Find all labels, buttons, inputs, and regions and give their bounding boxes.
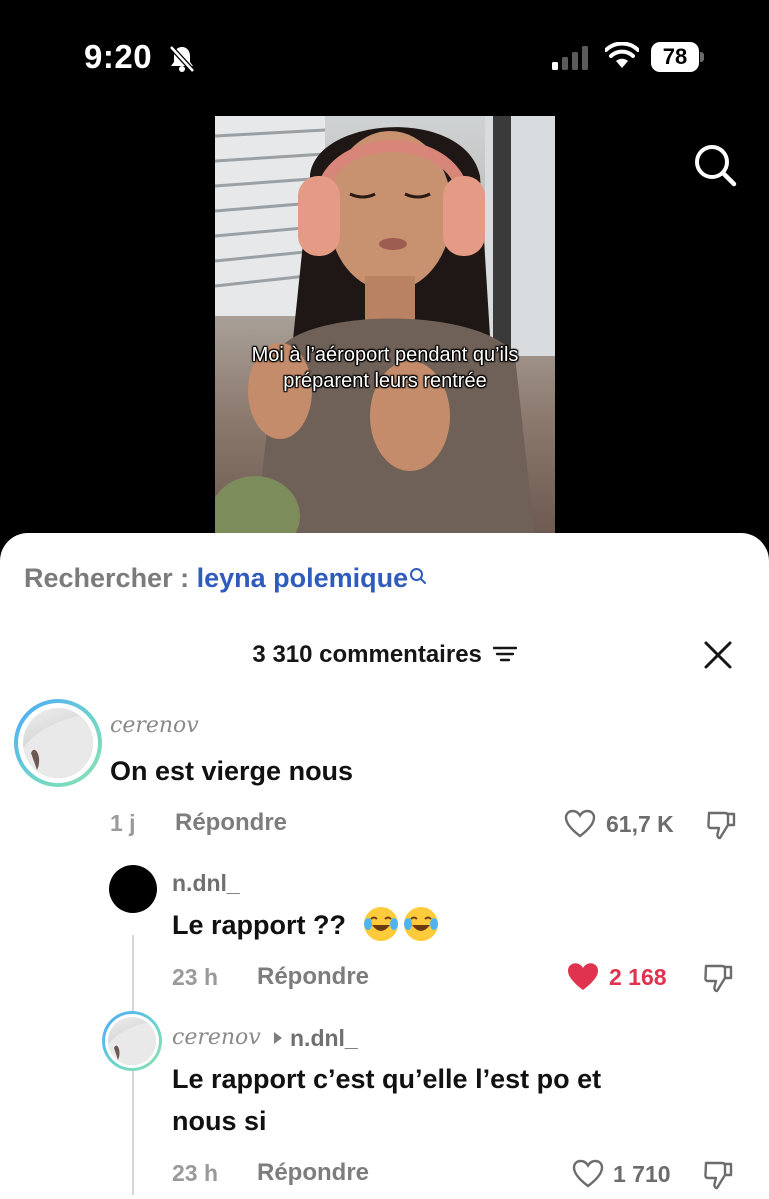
avatar[interactable] (14, 699, 102, 787)
comment-time: 23 h (172, 1160, 219, 1186)
heart-icon[interactable] (564, 809, 596, 839)
heart-filled-icon[interactable] (566, 962, 600, 992)
comments-count: 3 310 commentaires (252, 641, 482, 668)
comment-text: Le rapport ?? (172, 905, 438, 945)
like-count: 61,7 K (606, 811, 674, 837)
video-caption-line-1: Moi à l’aéroport pendant qu’ils (251, 344, 519, 366)
comment-text-line-2: nous si (172, 1106, 267, 1136)
like-count: 2 168 (609, 964, 667, 990)
status-bar: 9:20 78 (0, 0, 769, 110)
video-scene-image (215, 116, 555, 540)
comments-count-header: 3 310 commentaires (0, 641, 769, 669)
reply-to-username[interactable]: n.dnl_ (290, 1025, 358, 1052)
video-caption-line-2: préparent leurs rentrée (283, 370, 487, 392)
comment-username[interactable]: cerenov (110, 713, 199, 738)
bell-slash-icon (169, 45, 195, 73)
reply-arrow-icon (274, 1032, 282, 1044)
comments-sheet: Rechercher : leyna polemique 3 310 comme… (0, 533, 769, 1199)
reply-button[interactable]: Répondre (257, 963, 369, 991)
search-icon[interactable] (690, 140, 742, 192)
video-player[interactable]: Moi à l’aéroport pendant qu’ils préparen… (0, 110, 769, 540)
search-icon (410, 568, 427, 584)
battery-level: 78 (662, 44, 688, 69)
comment-text: On est vierge nous (110, 756, 354, 786)
comment-username[interactable]: n.dnl_ (172, 870, 240, 897)
search-suggestion[interactable]: Rechercher : leyna polemique (24, 563, 427, 594)
comment-time: 1 j (110, 810, 136, 836)
battery-icon: 78 (651, 42, 704, 72)
tears-of-joy-emoji (363, 906, 398, 941)
search-suggestion-term[interactable]: leyna polemique (197, 563, 409, 593)
avatar[interactable] (102, 1011, 162, 1071)
dislike-icon[interactable] (702, 962, 734, 994)
cellular-signal-icon (552, 46, 588, 70)
reply-button[interactable]: Répondre (175, 809, 287, 837)
video-caption: Moi à l’aéroport pendant qu’ils préparen… (215, 342, 555, 394)
comment-text-line-1: Le rapport c’est qu’elle l’est po et (172, 1064, 602, 1094)
heart-icon[interactable] (572, 1159, 604, 1189)
dislike-icon[interactable] (705, 809, 737, 841)
close-icon[interactable] (702, 639, 734, 671)
like-count: 1 710 (613, 1161, 671, 1187)
video-frame[interactable]: Moi à l’aéroport pendant qu’ils préparen… (215, 116, 555, 540)
tears-of-joy-emoji (403, 906, 438, 941)
comment-text-content: Le rapport ?? (172, 910, 346, 940)
wifi-icon (605, 42, 639, 68)
filter-icon[interactable] (492, 645, 517, 663)
comment-text: Le rapport c’est qu’elle l’est po et nou… (172, 1058, 601, 1142)
search-suggestion-prefix: Rechercher : (24, 563, 197, 593)
avatar[interactable] (109, 865, 157, 913)
reply-button[interactable]: Répondre (257, 1159, 369, 1187)
comment-time: 23 h (172, 964, 219, 990)
dislike-icon[interactable] (702, 1159, 734, 1191)
comment-username[interactable]: cerenov (172, 1025, 261, 1050)
status-time: 9:20 (84, 38, 153, 75)
